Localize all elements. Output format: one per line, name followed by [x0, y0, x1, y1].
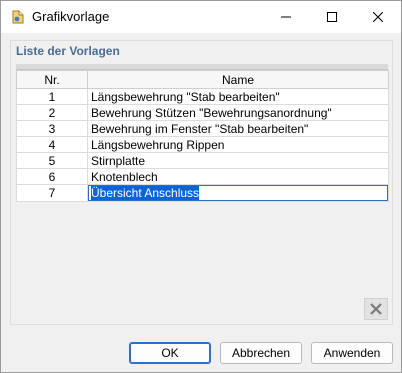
row-nr: 4 — [16, 136, 88, 153]
dialog-content: Liste der Vorlagen Nr. Name 1 Längsbeweh… — [1, 33, 401, 372]
close-icon — [373, 12, 383, 22]
delete-button[interactable] — [364, 298, 388, 320]
row-name[interactable]: Knotenblech — [87, 168, 389, 185]
table-row[interactable]: 5 Stirnplatte — [16, 152, 389, 169]
row-nr: 6 — [16, 168, 88, 185]
table-row-editing[interactable]: 7 Übersicht Anschluss — [16, 184, 389, 202]
dialog-window: Grafikvorlage Liste der Vorlagen Nr. Nam… — [0, 0, 402, 373]
row-nr: 2 — [16, 104, 88, 121]
apply-button[interactable]: Anwenden — [311, 342, 393, 364]
template-table: Nr. Name 1 Längsbewehrung "Stab bearbeit… — [16, 64, 389, 212]
window-title: Grafikvorlage — [32, 9, 110, 24]
row-nr: 1 — [16, 88, 88, 105]
close-button[interactable] — [355, 1, 401, 33]
row-name[interactable]: Längsbewehrung "Stab bearbeiten" — [87, 88, 389, 105]
row-name-cell[interactable]: Übersicht Anschluss — [87, 184, 389, 202]
table-header-row: Nr. Name — [16, 70, 389, 89]
maximize-button[interactable] — [309, 1, 355, 33]
row-nr: 5 — [16, 152, 88, 169]
row-nr: 7 — [16, 184, 88, 202]
column-header-nr[interactable]: Nr. — [16, 70, 88, 89]
row-name[interactable]: Bewehrung im Fenster "Stab bearbeiten" — [87, 120, 389, 137]
row-nr: 3 — [16, 120, 88, 137]
table-row[interactable]: 3 Bewehrung im Fenster "Stab bearbeiten" — [16, 120, 389, 137]
column-header-name[interactable]: Name — [87, 70, 389, 89]
title-bar[interactable]: Grafikvorlage — [1, 1, 401, 33]
name-edit-field[interactable]: Übersicht Anschluss — [88, 185, 388, 201]
table-row[interactable]: 1 Längsbewehrung "Stab bearbeiten" — [16, 88, 389, 105]
delete-x-icon — [370, 303, 382, 315]
template-list-group: Liste der Vorlagen Nr. Name 1 Längsbeweh… — [10, 40, 393, 325]
minimize-icon — [281, 16, 291, 18]
cancel-button[interactable]: Abbrechen — [220, 342, 302, 364]
group-title: Liste der Vorlagen — [16, 44, 120, 58]
row-name[interactable]: Stirnplatte — [87, 152, 389, 169]
table-row[interactable]: 2 Bewehrung Stützen "Bewehrungsanordnung… — [16, 104, 389, 121]
row-name[interactable]: Bewehrung Stützen "Bewehrungsanordnung" — [87, 104, 389, 121]
template-app-icon — [10, 9, 26, 25]
table-row[interactable]: 4 Längsbewehrung Rippen — [16, 136, 389, 153]
selected-text: Übersicht Anschluss — [91, 186, 200, 200]
minimize-button[interactable] — [263, 1, 309, 33]
ok-button[interactable]: OK — [129, 342, 211, 364]
template-grid: Nr. Name 1 Längsbewehrung "Stab bearbeit… — [16, 70, 389, 202]
row-name[interactable]: Längsbewehrung Rippen — [87, 136, 389, 153]
table-row[interactable]: 6 Knotenblech — [16, 168, 389, 185]
maximize-icon — [327, 12, 337, 22]
